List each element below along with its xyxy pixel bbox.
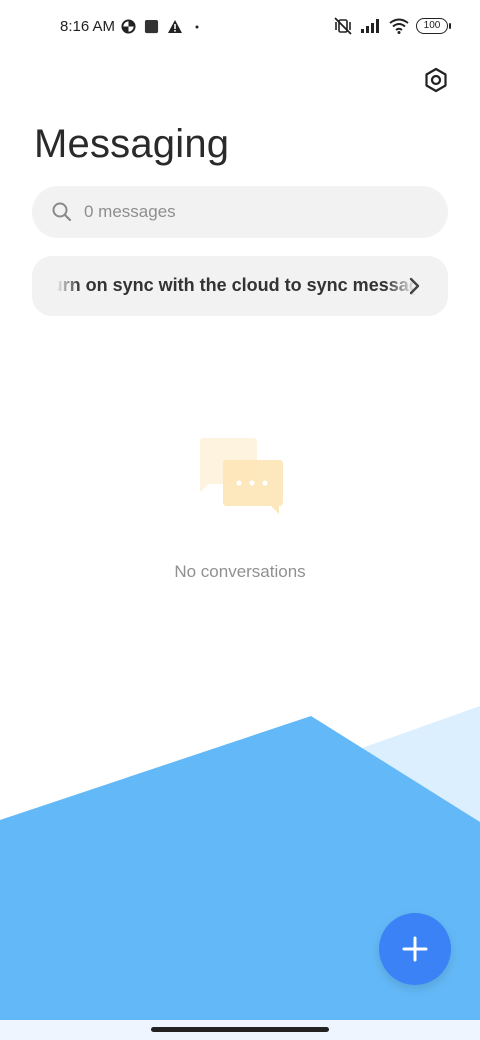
battery-icon: 100 bbox=[416, 18, 451, 34]
status-bar: 8:16 AM 100 bbox=[0, 0, 480, 56]
sync-banner-text: Turn on sync with the cloud to sync mess… bbox=[56, 275, 416, 295]
data-saver-icon bbox=[121, 19, 136, 34]
chat-bubbles-icon bbox=[200, 438, 283, 514]
square-notification-icon bbox=[144, 19, 159, 34]
background-shapes bbox=[0, 706, 480, 1040]
home-indicator[interactable] bbox=[151, 1027, 329, 1032]
search-input[interactable] bbox=[82, 201, 416, 223]
navigation-bar bbox=[0, 1020, 480, 1040]
settings-button[interactable] bbox=[420, 64, 452, 96]
sync-banner[interactable]: Turn on sync with the cloud to sync mess… bbox=[32, 256, 448, 316]
page-title: Messaging bbox=[34, 122, 230, 166]
plus-icon bbox=[402, 936, 428, 962]
fade-left bbox=[56, 256, 80, 316]
wifi-icon bbox=[389, 18, 409, 34]
warning-icon bbox=[168, 20, 182, 33]
status-left-icons bbox=[121, 19, 203, 34]
status-time: 8:16 AM bbox=[60, 18, 116, 35]
chevron-right-icon bbox=[409, 277, 420, 295]
signal-icon bbox=[361, 19, 379, 33]
status-right-icons: 100 bbox=[333, 17, 451, 35]
vibrate-off-icon bbox=[334, 17, 352, 35]
search-icon bbox=[52, 202, 72, 222]
settings-hexagon-icon bbox=[425, 67, 447, 93]
empty-state-text: No conversations bbox=[174, 562, 306, 581]
new-conversation-button[interactable] bbox=[379, 913, 451, 985]
sync-text-container: Turn on sync with the cloud to sync mess… bbox=[56, 256, 416, 316]
dot-icon bbox=[195, 25, 199, 29]
search-bar[interactable] bbox=[32, 186, 448, 238]
